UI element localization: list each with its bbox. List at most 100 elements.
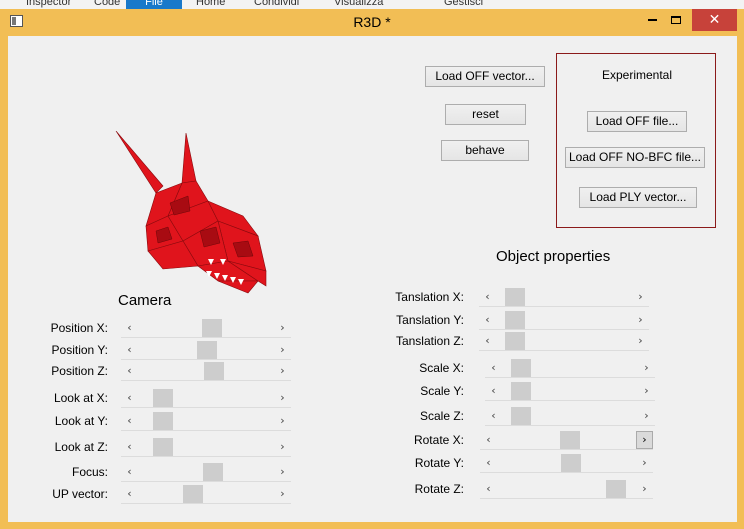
slider-thumb[interactable] (511, 382, 531, 400)
scroll-left-icon[interactable]: ‹ (121, 319, 138, 337)
slider-track[interactable] (138, 319, 274, 337)
scroll-right-icon[interactable]: › (632, 332, 649, 350)
slider-track[interactable] (497, 454, 636, 472)
slider-thumb[interactable] (561, 454, 581, 472)
slider-thumb[interactable] (511, 359, 531, 377)
up-vector-slider[interactable]: ‹ › (121, 485, 291, 504)
scroll-left-icon[interactable]: ‹ (479, 288, 496, 306)
scroll-right-icon[interactable]: › (636, 454, 653, 472)
slider-thumb[interactable] (560, 431, 580, 449)
reset-button[interactable]: reset (445, 104, 526, 125)
maximize-button[interactable] (664, 9, 688, 31)
title-bar[interactable]: R3D * ✕ (0, 9, 744, 35)
slider-track[interactable] (496, 332, 632, 350)
rotate-y-slider[interactable]: ‹ › (480, 454, 653, 473)
slider-track[interactable] (138, 438, 274, 456)
rotate-x-slider[interactable]: ‹ › (480, 431, 653, 450)
position-x-label: Position X: (50, 321, 108, 335)
scroll-right-icon[interactable]: › (274, 412, 291, 430)
slider-thumb[interactable] (203, 463, 223, 481)
scroll-right-icon[interactable]: › (274, 341, 291, 359)
scroll-left-icon[interactable]: ‹ (121, 389, 138, 407)
scroll-right-icon[interactable]: › (274, 438, 291, 456)
load-off-vector-button[interactable]: Load OFF vector... (425, 66, 545, 87)
scroll-left-icon[interactable]: ‹ (485, 407, 502, 425)
load-off-nobfc-button[interactable]: Load OFF NO-BFC file... (565, 147, 705, 168)
scroll-right-icon[interactable]: › (274, 389, 291, 407)
position-z-slider[interactable]: ‹ › (121, 362, 291, 381)
slider-track[interactable] (496, 288, 632, 306)
tanslation-x-label: Tanslation X: (395, 290, 464, 304)
tanslation-y-slider[interactable]: ‹ › (479, 311, 649, 330)
scroll-right-icon[interactable]: › (274, 319, 291, 337)
slider-thumb[interactable] (511, 407, 531, 425)
scale-z-slider[interactable]: ‹ › (485, 407, 655, 426)
slider-thumb[interactable] (153, 438, 173, 456)
scroll-right-icon[interactable]: › (638, 382, 655, 400)
rotate-y-label: Rotate Y: (414, 456, 464, 470)
slider-thumb[interactable] (153, 412, 173, 430)
slider-track[interactable] (138, 485, 274, 503)
scale-y-slider[interactable]: ‹ › (485, 382, 655, 401)
slider-track[interactable] (138, 412, 274, 430)
scroll-right-icon[interactable]: › (638, 359, 655, 377)
slider-thumb[interactable] (197, 341, 217, 359)
close-button[interactable]: ✕ (692, 9, 737, 31)
tanslation-z-slider[interactable]: ‹ › (479, 332, 649, 351)
slider-track[interactable] (138, 362, 274, 380)
scroll-right-icon[interactable]: › (636, 480, 653, 498)
scroll-left-icon[interactable]: ‹ (121, 485, 138, 503)
dragon-model-render[interactable] (108, 131, 278, 296)
slider-track[interactable] (502, 407, 638, 425)
scroll-left-icon[interactable]: ‹ (121, 412, 138, 430)
slider-track[interactable] (502, 382, 638, 400)
scroll-right-icon[interactable]: › (274, 362, 291, 380)
scroll-left-icon[interactable]: ‹ (479, 332, 496, 350)
slider-thumb[interactable] (505, 288, 525, 306)
slider-thumb[interactable] (505, 332, 525, 350)
behave-button[interactable]: behave (441, 140, 529, 161)
slider-thumb[interactable] (202, 319, 222, 337)
slider-thumb[interactable] (153, 389, 173, 407)
slider-thumb[interactable] (505, 311, 525, 329)
position-x-slider[interactable]: ‹ › (121, 319, 291, 338)
scroll-right-icon[interactable]: › (638, 407, 655, 425)
minimize-button[interactable] (640, 9, 664, 31)
scroll-left-icon[interactable]: ‹ (479, 311, 496, 329)
focus-slider[interactable]: ‹ › (121, 463, 291, 482)
bg-tab-inspector: Inspector (26, 0, 72, 8)
slider-track[interactable] (138, 389, 274, 407)
slider-thumb[interactable] (204, 362, 224, 380)
scale-x-slider[interactable]: ‹ › (485, 359, 655, 378)
look-at-z-slider[interactable]: ‹ › (121, 438, 291, 457)
scroll-left-icon[interactable]: ‹ (485, 382, 502, 400)
slider-track[interactable] (502, 359, 638, 377)
slider-track[interactable] (496, 311, 632, 329)
load-off-file-button[interactable]: Load OFF file... (587, 111, 687, 132)
slider-track[interactable] (497, 431, 636, 449)
scroll-right-icon[interactable]: › (274, 463, 291, 481)
scroll-left-icon[interactable]: ‹ (121, 341, 138, 359)
slider-thumb[interactable] (183, 485, 203, 503)
scroll-right-icon[interactable]: › (274, 485, 291, 503)
scroll-left-icon[interactable]: ‹ (480, 431, 497, 449)
load-ply-vector-button[interactable]: Load PLY vector... (579, 187, 697, 208)
slider-track[interactable] (138, 463, 274, 481)
scroll-left-icon[interactable]: ‹ (121, 362, 138, 380)
scroll-left-icon[interactable]: ‹ (480, 480, 497, 498)
scroll-right-icon[interactable]: › (632, 288, 649, 306)
position-y-slider[interactable]: ‹ › (121, 341, 291, 360)
rotate-z-slider[interactable]: ‹ › (480, 480, 653, 499)
scroll-left-icon[interactable]: ‹ (485, 359, 502, 377)
scroll-left-icon[interactable]: ‹ (121, 463, 138, 481)
scroll-left-icon[interactable]: ‹ (121, 438, 138, 456)
scroll-left-icon[interactable]: ‹ (480, 454, 497, 472)
slider-track[interactable] (497, 480, 636, 498)
look-at-y-slider[interactable]: ‹ › (121, 412, 291, 431)
look-at-x-slider[interactable]: ‹ › (121, 389, 291, 408)
scroll-right-icon[interactable]: › (636, 431, 653, 449)
slider-track[interactable] (138, 341, 274, 359)
slider-thumb[interactable] (606, 480, 626, 498)
scroll-right-icon[interactable]: › (632, 311, 649, 329)
tanslation-x-slider[interactable]: ‹ › (479, 288, 649, 307)
